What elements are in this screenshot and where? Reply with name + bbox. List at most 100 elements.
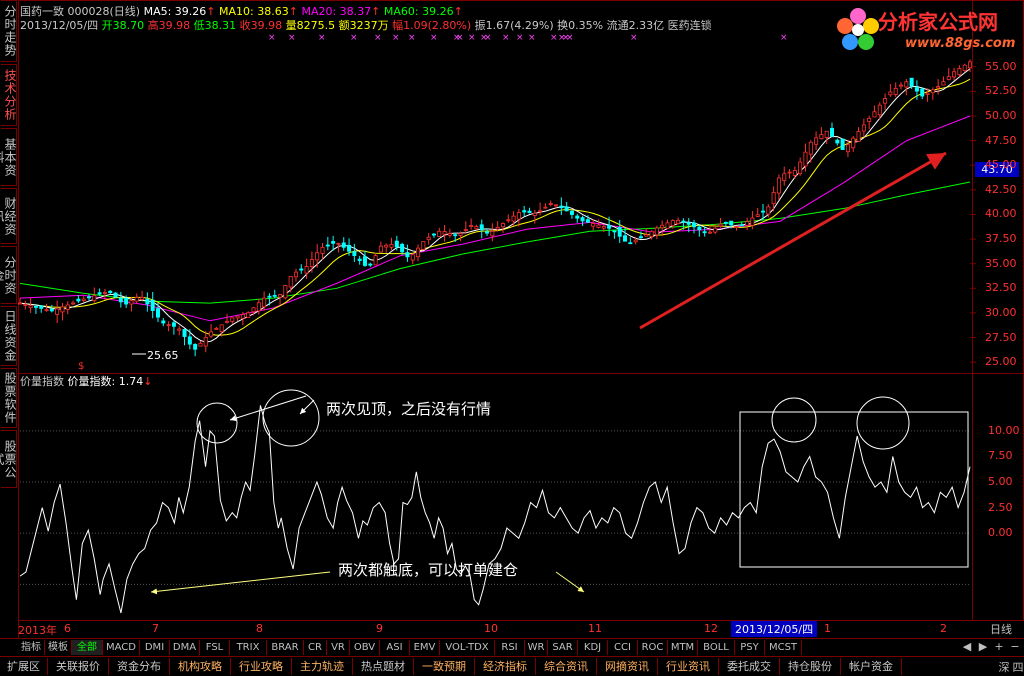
market-button[interactable]: 深	[998, 659, 1010, 675]
indicator-tab-rsi[interactable]: RSI	[495, 640, 525, 655]
price-axis-label: 52.50	[985, 84, 1017, 98]
indicator-nav-button[interactable]: −	[1008, 640, 1022, 653]
indicator-nav-button[interactable]: ◀	[960, 640, 974, 653]
period-label[interactable]: 日线	[978, 621, 1024, 636]
indicator-tab-模板[interactable]: 模板	[45, 640, 72, 655]
indicator-tab-asi[interactable]: ASI	[380, 640, 410, 655]
candle	[272, 289, 277, 299]
indicator-tab-cci[interactable]: CCI	[608, 640, 638, 655]
function-tab-12[interactable]: 委托成交	[719, 658, 780, 675]
candle	[293, 268, 298, 282]
candle	[872, 105, 877, 118]
indicator-tab-dma[interactable]: DMA	[170, 640, 200, 655]
change-value: 幅1.09(2.80%)	[392, 19, 472, 32]
signal-marker: ×	[468, 33, 476, 43]
candle	[718, 218, 723, 228]
indicator-axis-label: 2.50	[988, 500, 1013, 514]
candle	[941, 76, 946, 86]
x-axis-label: 7	[152, 622, 159, 635]
left-tab-6[interactable]: 股票软件	[1, 368, 17, 428]
candle	[936, 79, 941, 95]
candle	[171, 320, 176, 335]
left-tab-7[interactable]: 股票公式	[0, 430, 17, 488]
left-tab-4[interactable]: 分时资金	[0, 246, 17, 304]
candle	[431, 233, 436, 238]
x-axis-label: 6	[64, 622, 71, 635]
indicator-tab-mtm[interactable]: MTM	[668, 640, 698, 655]
market-button[interactable]: 四	[1012, 659, 1024, 675]
top-circle-4	[856, 396, 910, 450]
candle	[479, 219, 484, 239]
function-tab-10[interactable]: 网摘资讯	[597, 658, 658, 675]
indicator-tab-trix[interactable]: TRIX	[230, 640, 267, 655]
candle	[203, 331, 208, 353]
candle	[946, 67, 951, 81]
candle	[580, 215, 585, 227]
function-tab-9[interactable]: 综合资讯	[536, 658, 597, 675]
chart-area[interactable]: 25.65$× × × × × × × × ×× × ×× × × × × ××× × ×	[18, 0, 1024, 621]
indicator-tab-sar[interactable]: SAR	[548, 640, 578, 655]
left-tab-0[interactable]: 分时走势	[1, 0, 17, 62]
candle	[400, 242, 405, 255]
indicator-tab-psy[interactable]: PSY	[735, 640, 765, 655]
candle	[899, 82, 904, 90]
left-tab-3[interactable]: 财经资讯	[0, 188, 17, 244]
indicator-tab-roc[interactable]: ROC	[638, 640, 668, 655]
candle	[65, 301, 70, 315]
function-tab-0[interactable]: 扩展区	[0, 658, 48, 675]
ma60-line	[19, 181, 971, 304]
indicator-tab-fsl[interactable]: FSL	[200, 640, 230, 655]
indicator-tab-kdj[interactable]: KDJ	[578, 640, 608, 655]
indicator-tab-wr[interactable]: WR	[525, 640, 548, 655]
candle	[140, 290, 145, 301]
function-tab-1[interactable]: 关联报价	[48, 658, 109, 675]
price-axis-label: 30.00	[985, 305, 1017, 319]
candle	[830, 122, 835, 137]
logo-text: 分析家公式网	[878, 10, 998, 34]
indicator-tab-emv[interactable]: EMV	[410, 640, 440, 655]
candle	[798, 157, 803, 176]
function-tab-14[interactable]: 帐户资金	[841, 658, 902, 675]
function-tab-6[interactable]: 热点题材	[353, 658, 414, 675]
candle	[591, 219, 596, 231]
function-tab-4[interactable]: 行业攻略	[231, 658, 292, 675]
indicator-tab-mcst[interactable]: MCST	[765, 640, 802, 655]
candle	[787, 169, 792, 179]
function-tab-5[interactable]: 主力轨迹	[292, 658, 353, 675]
candle	[416, 244, 421, 262]
function-tab-11[interactable]: 行业资讯	[658, 658, 719, 675]
indicator-tab-obv[interactable]: OBV	[350, 640, 380, 655]
indicator-tab-vol-tdx[interactable]: VOL-TDX	[440, 640, 495, 655]
indicator-tab-brar[interactable]: BRAR	[267, 640, 304, 655]
candle	[76, 295, 81, 304]
indicator-axis-label: 10.00	[988, 423, 1020, 437]
candle	[920, 87, 925, 100]
x-axis-label: 1	[824, 622, 831, 635]
indicator-tab-macd[interactable]: MACD	[103, 640, 140, 655]
indicator-tab-全部[interactable]: 全部	[72, 640, 103, 655]
signal-marker: ×	[484, 33, 492, 43]
left-tab-2[interactable]: 基本资料	[0, 128, 17, 186]
function-tab-13[interactable]: 持仓股份	[780, 658, 841, 675]
indicator-tab-指标[interactable]: 指标	[18, 640, 45, 655]
left-tab-5[interactable]: 日线资金	[1, 306, 17, 366]
x-axis-label: 11	[588, 622, 602, 635]
signal-marker: ×	[318, 33, 326, 43]
price-axis-label: 37.50	[985, 232, 1017, 246]
candle	[23, 300, 28, 310]
function-tab-bar: 扩展区 关联报价 资金分布 机构攻略 行业攻略 主力轨迹 热点题材 一致预期 经济指标 综合资讯网…	[0, 656, 1024, 676]
indicator-tab-dmi[interactable]: DMI	[140, 640, 170, 655]
indicator-nav-button[interactable]: +	[992, 640, 1006, 653]
indicator-tab-boll[interactable]: BOLL	[698, 640, 735, 655]
signal-marker: ×	[550, 33, 558, 43]
function-tab-7[interactable]: 一致预期	[414, 658, 475, 675]
left-tab-1[interactable]: 技术分析	[1, 64, 17, 126]
candle	[952, 67, 957, 81]
function-tab-8[interactable]: 经济指标	[475, 658, 536, 675]
sector-value: 医药连锁	[667, 19, 712, 32]
function-tab-3[interactable]: 机构攻略	[170, 658, 231, 675]
indicator-nav-button[interactable]: ▶	[976, 640, 990, 653]
indicator-tab-cr[interactable]: CR	[304, 640, 327, 655]
indicator-tab-vr[interactable]: VR	[327, 640, 350, 655]
function-tab-2[interactable]: 资金分布	[109, 658, 170, 675]
